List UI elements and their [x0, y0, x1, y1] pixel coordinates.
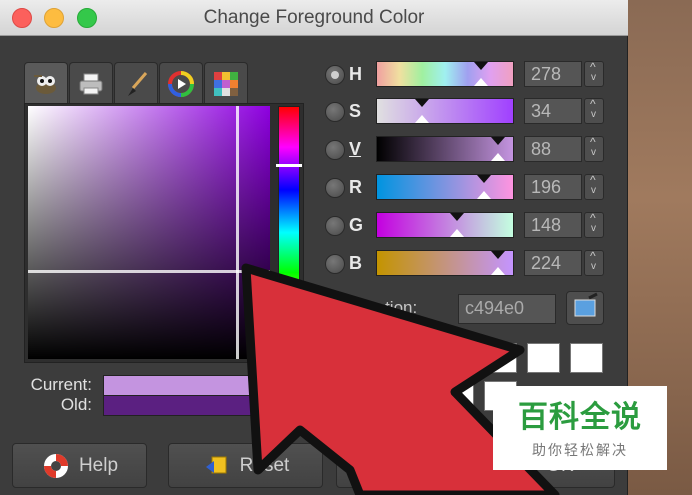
channel-label-b: B [349, 253, 362, 273]
channel-label-v: V [349, 139, 362, 159]
saturation-value-square[interactable] [28, 106, 270, 359]
slider-v[interactable] [376, 136, 514, 162]
spinner-b[interactable] [584, 249, 604, 276]
radio-b[interactable] [325, 254, 345, 274]
cancel-button[interactable]: Cancel [336, 443, 491, 488]
slider-h[interactable] [376, 61, 514, 87]
spinner-v[interactable] [584, 135, 604, 162]
titlebar: Change Foreground Color [0, 0, 628, 36]
old-color-swatch [103, 395, 305, 416]
palette-icon [214, 71, 238, 96]
color-selector-tabs [24, 62, 249, 104]
input-r[interactable]: 196 [524, 174, 582, 200]
slider-s[interactable] [376, 98, 514, 124]
reset-button[interactable]: Reset [168, 443, 323, 488]
tab-gimp-selector[interactable] [24, 62, 68, 104]
slider-b[interactable] [376, 250, 514, 276]
tab-wheel-selector[interactable] [159, 62, 203, 104]
spinner-s[interactable] [584, 97, 604, 124]
crosshair-vertical [236, 106, 239, 359]
tab-watercolor-selector[interactable] [114, 62, 158, 104]
channel-label-r: R [349, 177, 362, 197]
reset-button-label: Reset [239, 454, 290, 476]
tab-palette-selector[interactable] [204, 62, 248, 104]
eyedropper-icon [574, 292, 598, 317]
radio-g[interactable] [325, 216, 345, 236]
channel-label-g: G [349, 215, 364, 235]
channel-label-s: S [349, 101, 362, 121]
hue-strip-marker[interactable] [276, 164, 302, 167]
history-swatch-2[interactable] [527, 343, 560, 373]
input-s[interactable]: 34 [524, 98, 582, 124]
slider-g[interactable] [376, 212, 514, 238]
history-swatch-4[interactable] [441, 381, 474, 411]
hue-strip[interactable] [278, 106, 300, 359]
history-swatch-1[interactable] [484, 343, 517, 373]
old-label: Old: [60, 395, 92, 414]
reset-arrow-icon [205, 456, 227, 473]
input-v[interactable]: 88 [524, 136, 582, 162]
watermark-title: 百科全说 [518, 401, 642, 434]
input-g[interactable]: 148 [524, 212, 582, 238]
lifebuoy-icon [43, 453, 68, 478]
help-button-label: Help [78, 454, 119, 476]
history-swatch-3[interactable] [570, 343, 603, 373]
slider-r[interactable] [376, 174, 514, 200]
radio-r[interactable] [325, 178, 345, 198]
eyedropper-button[interactable] [566, 291, 604, 325]
printer-icon [79, 73, 103, 94]
radio-s[interactable] [325, 102, 345, 122]
spinner-h[interactable] [584, 60, 604, 87]
gimp-wilber-icon [34, 74, 56, 94]
radio-h[interactable] [325, 65, 345, 85]
hex-notation-input[interactable]: c494e0 [458, 294, 556, 324]
crosshair-horizontal [28, 270, 270, 273]
window-title: Change Foreground Color [203, 7, 425, 28]
input-h[interactable]: 278 [524, 61, 582, 87]
paintbrush-icon [128, 71, 148, 96]
input-b[interactable]: 224 [524, 250, 582, 276]
help-button[interactable]: Help [12, 443, 147, 488]
channel-label-h: H [349, 64, 362, 84]
hex-notation-label: notation: [352, 298, 418, 317]
tab-cmyk-selector[interactable] [69, 62, 113, 104]
color-wheel-icon [168, 70, 194, 97]
current-color-swatch [103, 375, 305, 396]
watermark-logo: 百科全说 助你轻松解决 [493, 386, 667, 470]
current-label: Current: [30, 375, 92, 394]
radio-v[interactable] [325, 140, 345, 160]
cancel-button-label: Cancel [383, 454, 444, 476]
spinner-g[interactable] [584, 211, 604, 238]
spinner-r[interactable] [584, 173, 604, 200]
watermark-subtitle: 助你轻松解决 [532, 442, 628, 458]
